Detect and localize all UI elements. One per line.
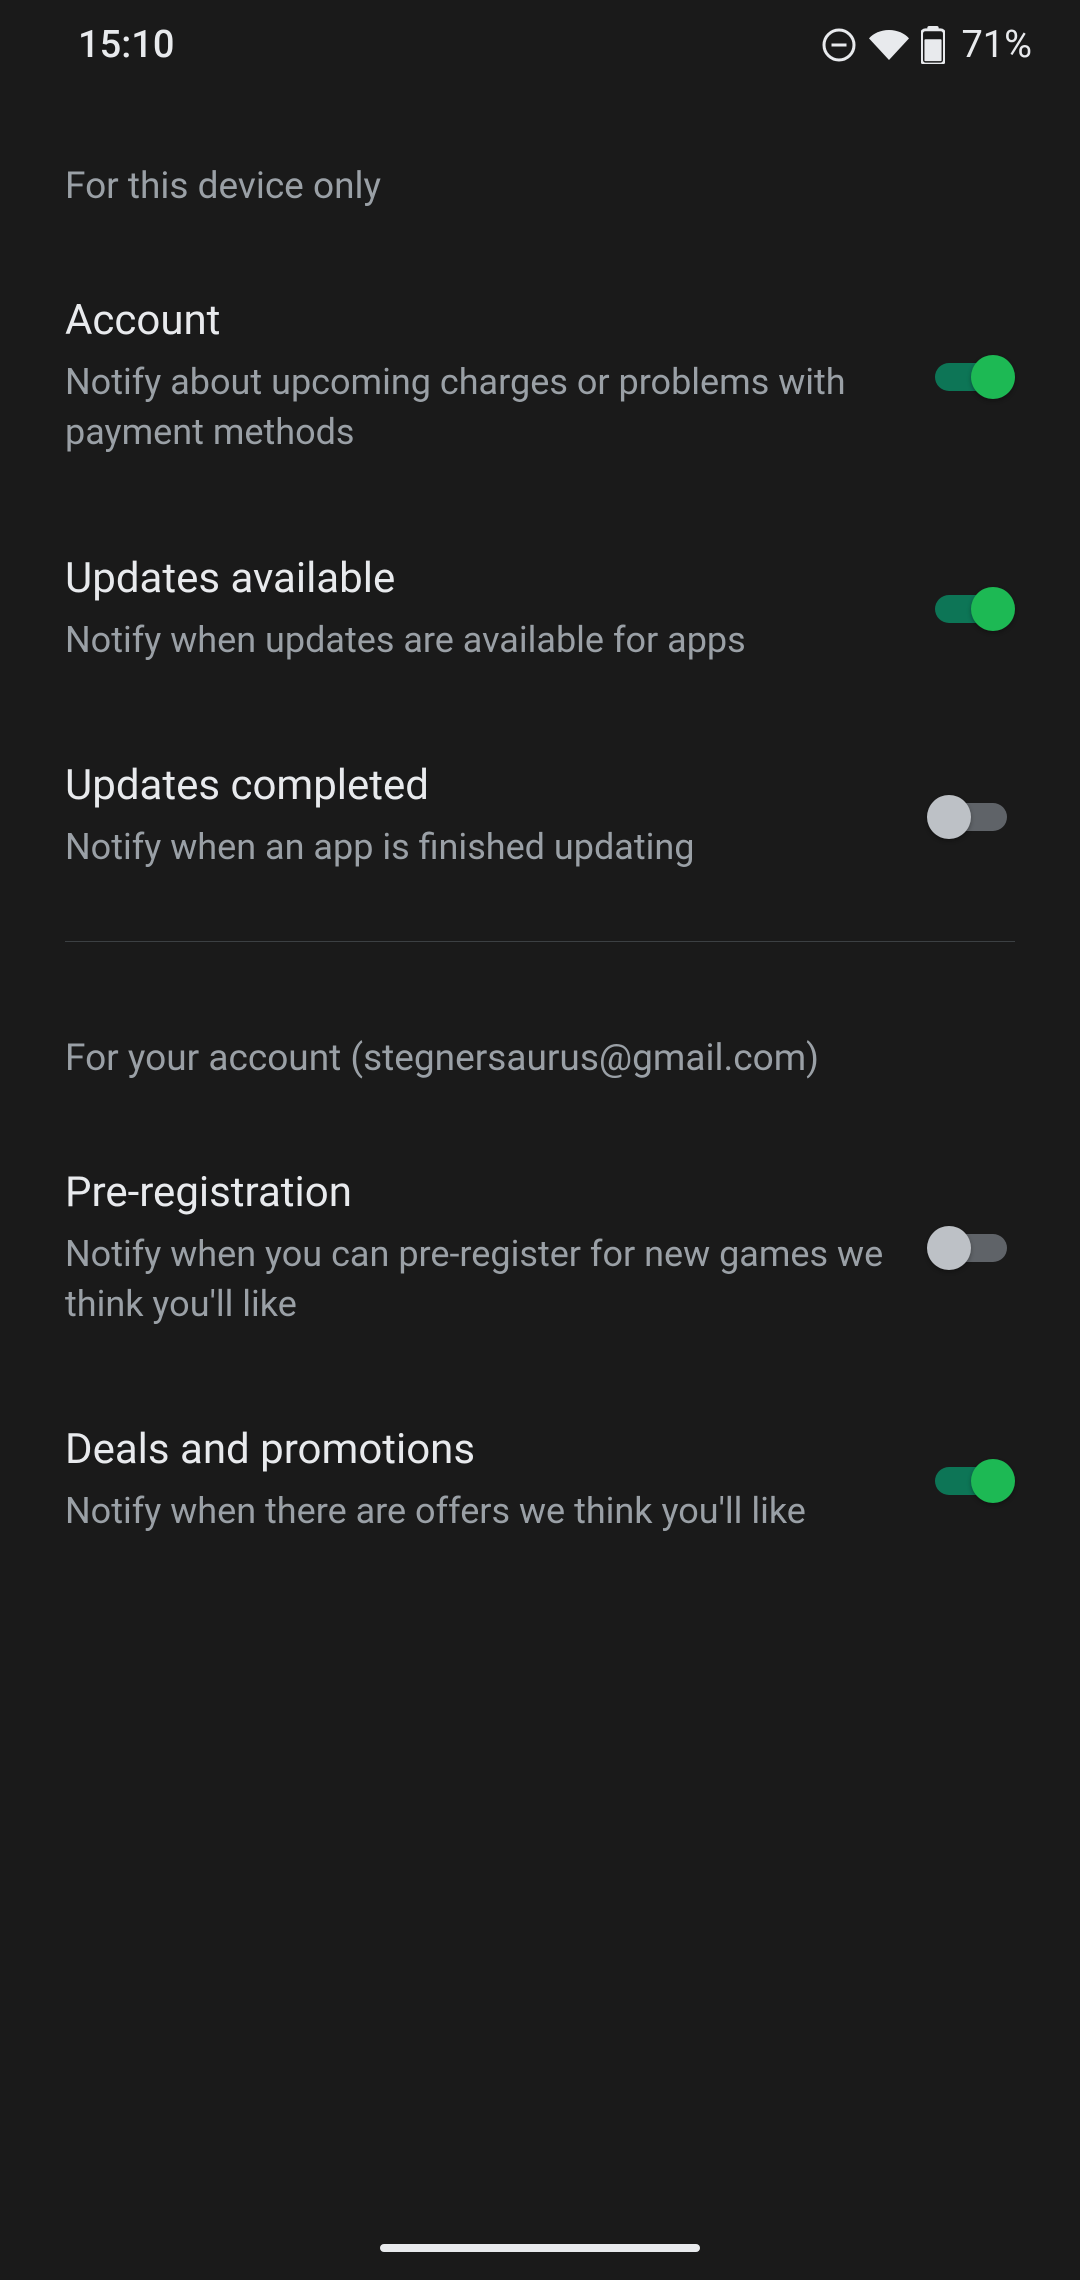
setting-title: Deals and promotions bbox=[65, 1425, 897, 1474]
setting-description: Notify when you can pre-register for new… bbox=[65, 1229, 897, 1330]
setting-updates-available[interactable]: Updates available Notify when updates ar… bbox=[65, 506, 1015, 713]
toggle-updates-completed[interactable] bbox=[927, 793, 1015, 841]
setting-description: Notify about upcoming charges or problem… bbox=[65, 357, 897, 458]
toggle-updates-available[interactable] bbox=[927, 585, 1015, 633]
setting-deals-promotions[interactable]: Deals and promotions Notify when there a… bbox=[65, 1377, 1015, 1584]
setting-pre-registration[interactable]: Pre-registration Notify when you can pre… bbox=[65, 1120, 1015, 1378]
toggle-deals-promotions[interactable] bbox=[927, 1457, 1015, 1505]
setting-text: Account Notify about upcoming charges or… bbox=[65, 296, 897, 458]
wifi-icon bbox=[869, 25, 909, 65]
setting-updates-completed[interactable]: Updates completed Notify when an app is … bbox=[65, 713, 1015, 920]
setting-text: Pre-registration Notify when you can pre… bbox=[65, 1168, 897, 1330]
toggle-pre-registration[interactable] bbox=[927, 1224, 1015, 1272]
setting-text: Updates available Notify when updates ar… bbox=[65, 554, 897, 665]
setting-description: Notify when there are offers we think yo… bbox=[65, 1486, 897, 1536]
setting-description: Notify when updates are available for ap… bbox=[65, 615, 897, 665]
setting-title: Updates available bbox=[65, 554, 897, 603]
setting-title: Updates completed bbox=[65, 761, 897, 810]
setting-title: Pre-registration bbox=[65, 1168, 897, 1217]
section-header-device: For this device only bbox=[65, 90, 1015, 248]
toggle-account[interactable] bbox=[927, 353, 1015, 401]
dnd-icon bbox=[821, 27, 857, 63]
battery-icon bbox=[921, 26, 945, 64]
setting-description: Notify when an app is finished updating bbox=[65, 822, 897, 872]
settings-content: For this device only Account Notify abou… bbox=[0, 90, 1080, 1585]
status-icons: 71% bbox=[821, 23, 1032, 67]
battery-percentage: 71% bbox=[961, 23, 1032, 67]
section-header-account: For your account (stegnersaurus@gmail.co… bbox=[65, 962, 1015, 1120]
status-time: 15:10 bbox=[78, 23, 174, 67]
setting-title: Account bbox=[65, 296, 897, 345]
setting-text: Updates completed Notify when an app is … bbox=[65, 761, 897, 872]
setting-account[interactable]: Account Notify about upcoming charges or… bbox=[65, 248, 1015, 506]
status-bar: 15:10 71% bbox=[0, 0, 1080, 90]
setting-text: Deals and promotions Notify when there a… bbox=[65, 1425, 897, 1536]
navigation-bar-indicator[interactable] bbox=[380, 2244, 700, 2252]
section-divider bbox=[65, 941, 1015, 942]
